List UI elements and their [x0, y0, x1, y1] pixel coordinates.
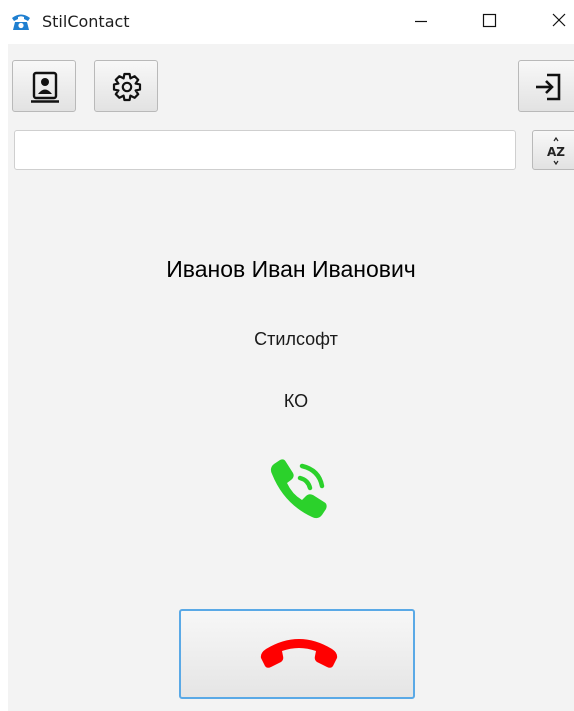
svg-text:AZ: AZ — [547, 145, 565, 159]
exit-button[interactable] — [518, 60, 574, 112]
sort-button[interactable]: AZ — [532, 130, 574, 170]
main-panel: AZ Иванов Иван Иванович Стилсофт КО — [8, 44, 574, 711]
contact-department: КО — [283, 391, 309, 411]
title-bar: StilContact — [0, 0, 574, 44]
minimize-button[interactable] — [398, 0, 444, 44]
close-button[interactable] — [528, 0, 574, 44]
minimize-icon — [415, 20, 427, 23]
sort-az-icon: AZ — [547, 136, 565, 166]
search-input[interactable] — [14, 130, 516, 170]
close-icon — [552, 13, 566, 27]
exit-icon — [536, 73, 561, 101]
phone-ringing-icon — [270, 459, 327, 519]
contact-company: Стилсофт — [254, 329, 338, 349]
maximize-icon — [482, 13, 497, 28]
settings-button[interactable] — [94, 60, 158, 112]
telephone-icon — [12, 14, 30, 30]
contacts-button[interactable] — [12, 60, 76, 112]
hangup-icon — [260, 639, 338, 668]
hangup-button[interactable] — [179, 609, 415, 699]
contact-name: Иванов Иван Иванович — [166, 256, 416, 282]
window-title: StilContact — [42, 12, 130, 31]
contacts-icon — [31, 71, 59, 103]
maximize-button[interactable] — [466, 0, 512, 44]
gear-icon — [112, 72, 142, 102]
